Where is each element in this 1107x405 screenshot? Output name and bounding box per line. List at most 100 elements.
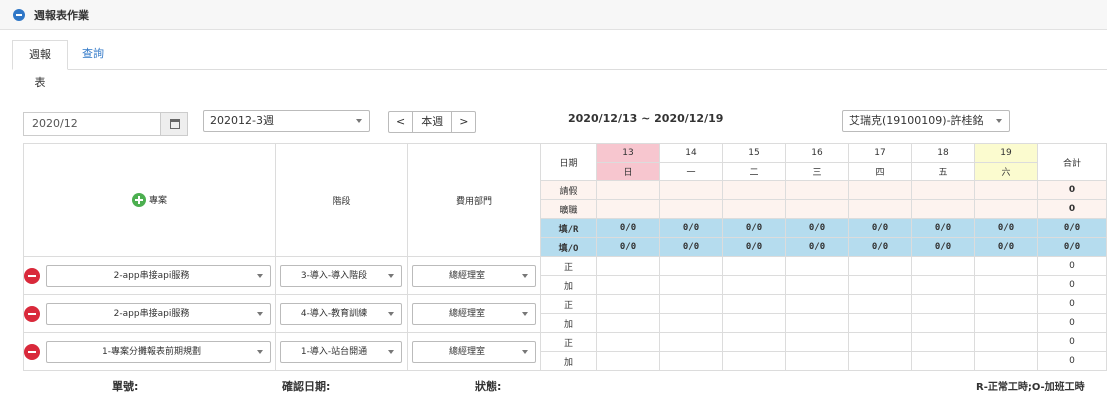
hours-cell[interactable] <box>722 256 786 276</box>
hours-cell[interactable] <box>785 275 849 295</box>
hours-cell[interactable] <box>596 313 660 333</box>
leave-cell[interactable] <box>911 180 975 200</box>
prev-week-button[interactable]: < <box>389 112 412 132</box>
leave-cell[interactable] <box>596 180 660 200</box>
day-number: 15 <box>722 143 786 163</box>
calendar-button[interactable] <box>160 112 188 136</box>
hours-cell[interactable] <box>785 256 849 276</box>
add-project-icon[interactable] <box>131 193 146 208</box>
hours-cell[interactable] <box>722 351 786 371</box>
absence-cell[interactable] <box>659 199 723 219</box>
remove-row-icon[interactable] <box>24 344 40 360</box>
hours-cell[interactable] <box>848 351 912 371</box>
tab-query[interactable]: 查詢 <box>70 40 116 70</box>
collapse-icon[interactable] <box>13 9 25 21</box>
hours-cell[interactable] <box>659 294 723 314</box>
chevron-down-icon <box>388 274 394 278</box>
dept-header: 費用部門 <box>407 143 541 257</box>
absence-cell[interactable] <box>848 199 912 219</box>
filled-o-cell: 0/0 <box>974 237 1038 257</box>
row-total: 0 <box>1037 275 1107 295</box>
status-label: 狀態: <box>475 380 502 393</box>
filled-r-cell: 0/0 <box>848 218 912 238</box>
hours-cell[interactable] <box>974 313 1038 333</box>
hours-cell[interactable] <box>848 294 912 314</box>
week-select[interactable]: 202012-3週 <box>203 110 370 132</box>
hours-cell[interactable] <box>596 256 660 276</box>
hours-cell[interactable] <box>659 275 723 295</box>
hours-cell[interactable] <box>911 332 975 352</box>
hours-cell[interactable] <box>659 313 723 333</box>
hours-cell[interactable] <box>911 256 975 276</box>
hours-cell[interactable] <box>848 256 912 276</box>
hours-cell[interactable] <box>659 332 723 352</box>
hours-cell[interactable] <box>722 275 786 295</box>
absence-cell[interactable] <box>596 199 660 219</box>
dept-select[interactable]: 總經理室 <box>412 303 536 325</box>
hours-cell[interactable] <box>974 275 1038 295</box>
hours-cell[interactable] <box>722 313 786 333</box>
stage-cell: 3-導入-導入階段 <box>275 256 408 295</box>
hours-cell[interactable] <box>785 294 849 314</box>
absence-cell[interactable] <box>911 199 975 219</box>
hours-cell[interactable] <box>848 275 912 295</box>
hours-cell[interactable] <box>911 294 975 314</box>
remove-row-icon[interactable] <box>24 268 40 284</box>
hours-cell[interactable] <box>911 313 975 333</box>
weekday: 二 <box>722 162 786 181</box>
hours-cell[interactable] <box>722 332 786 352</box>
hours-cell[interactable] <box>974 351 1038 371</box>
employee-select[interactable]: 艾瑞克(19100109)-許桂銘 <box>842 110 1010 132</box>
confirm-date-label: 確認日期: <box>282 380 331 393</box>
hours-cell[interactable] <box>722 294 786 314</box>
leave-cell[interactable] <box>722 180 786 200</box>
hours-cell[interactable] <box>974 294 1038 314</box>
filled-o-cell: 0/0 <box>722 237 786 257</box>
weekday: 一 <box>659 162 723 181</box>
month-input[interactable]: 2020/12 <box>23 112 160 136</box>
hours-cell[interactable] <box>974 332 1038 352</box>
hours-cell[interactable] <box>596 294 660 314</box>
stage-select[interactable]: 4-導入-教育訓練 <box>280 303 402 325</box>
leave-cell[interactable] <box>848 180 912 200</box>
project-select[interactable]: 2-app串接api服務 <box>46 265 271 287</box>
hours-cell[interactable] <box>785 351 849 371</box>
hours-cell[interactable] <box>596 275 660 295</box>
next-week-button[interactable]: > <box>452 112 475 132</box>
stage-select[interactable]: 3-導入-導入階段 <box>280 265 402 287</box>
hours-cell[interactable] <box>911 275 975 295</box>
stage-select[interactable]: 1-導入-站台開通 <box>280 341 402 363</box>
absence-cell[interactable] <box>722 199 786 219</box>
absence-cell[interactable] <box>974 199 1038 219</box>
hours-cell[interactable] <box>659 256 723 276</box>
week-select-value: 202012-3週 <box>210 114 274 127</box>
hours-cell[interactable] <box>659 351 723 371</box>
absence-cell[interactable] <box>785 199 849 219</box>
hours-cell[interactable] <box>785 332 849 352</box>
tab-weekly-report[interactable]: 週報表 <box>12 40 68 89</box>
overtime-label: 加 <box>540 275 597 295</box>
day-number: 16 <box>785 143 849 163</box>
day-number: 17 <box>848 143 912 163</box>
hours-cell[interactable] <box>974 256 1038 276</box>
project-select[interactable]: 1-專案分攤報表前期規劃 <box>46 341 271 363</box>
dept-select[interactable]: 總經理室 <box>412 341 536 363</box>
date-label: 日期 <box>540 143 597 181</box>
hours-cell[interactable] <box>596 332 660 352</box>
leave-cell[interactable] <box>659 180 723 200</box>
hours-legend: R-正常工時;O-加班工時 <box>976 382 1085 393</box>
hours-cell[interactable] <box>785 313 849 333</box>
chevron-down-icon <box>522 312 528 316</box>
project-select[interactable]: 2-app串接api服務 <box>46 303 271 325</box>
dept-cell: 總經理室 <box>407 256 541 295</box>
this-week-button[interactable]: 本週 <box>412 112 453 132</box>
hours-cell[interactable] <box>911 351 975 371</box>
normal-label: 正 <box>540 294 597 314</box>
leave-cell[interactable] <box>974 180 1038 200</box>
hours-cell[interactable] <box>596 351 660 371</box>
hours-cell[interactable] <box>848 332 912 352</box>
dept-select[interactable]: 總經理室 <box>412 265 536 287</box>
remove-row-icon[interactable] <box>24 306 40 322</box>
leave-cell[interactable] <box>785 180 849 200</box>
hours-cell[interactable] <box>848 313 912 333</box>
